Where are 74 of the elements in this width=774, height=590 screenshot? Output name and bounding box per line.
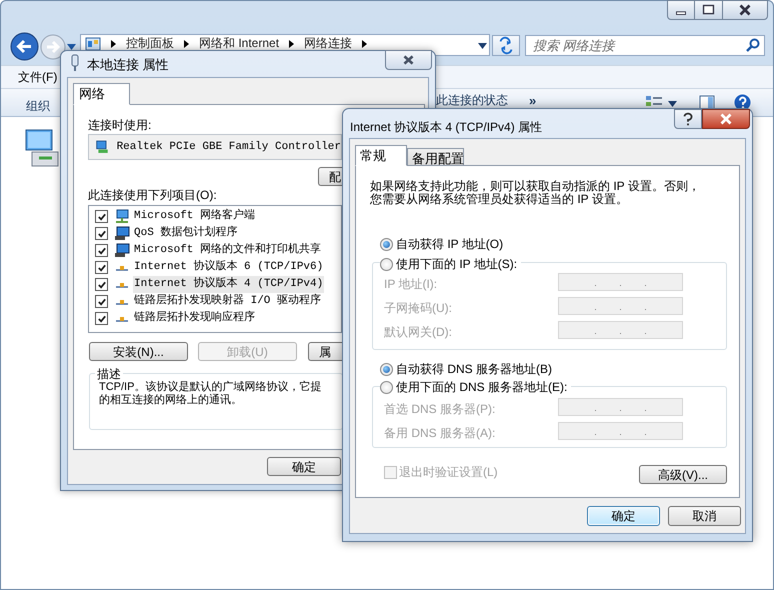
search-icon[interactable] [746, 38, 760, 52]
more-button[interactable]: » [529, 94, 536, 107]
list-item[interactable]: QoS 数据包计划程序 [133, 225, 238, 242]
list-item[interactable]: Microsoft 网络的文件和打印机共享 [133, 242, 322, 259]
dropdown-arrow-icon[interactable] [67, 44, 76, 50]
list-item[interactable]: Internet 协议版本 6 (TCP/IPv6) [133, 259, 324, 276]
radio-button[interactable] [380, 380, 393, 394]
computer-icon [114, 243, 130, 258]
computer-icon [114, 226, 130, 241]
list-item[interactable]: 链路层拓扑发现响应程序 [133, 310, 256, 327]
minimize-button[interactable] [667, 0, 695, 20]
advanced-button[interactable]: 高级(V)... [639, 465, 727, 484]
network-client-icon [114, 209, 130, 224]
checkbox[interactable] [95, 227, 108, 240]
chevron-icon[interactable] [362, 40, 368, 48]
adapter-name: Realtek PCIe GBE Family Controller [116, 140, 341, 155]
menu-item[interactable]: 文件(F) [18, 68, 58, 86]
toolbar-link[interactable]: 此连接的状态 [436, 94, 508, 107]
organize-button[interactable]: 组织 [26, 97, 50, 115]
network-adapter-icon [95, 139, 109, 155]
field-label: 备用 DNS 服务器(A): [384, 425, 496, 442]
group-title: 描述 [95, 365, 123, 383]
radio-button[interactable] [380, 258, 393, 270]
breadcrumb-item[interactable]: 网络和 Internet [199, 36, 280, 50]
chevron-icon[interactable] [289, 40, 294, 48]
ok-button[interactable]: 确定 [587, 506, 660, 526]
field-label: 首选 DNS 服务器(P): [384, 401, 496, 418]
breadcrumb-item[interactable]: 控制面板 [126, 36, 174, 50]
tab[interactable]: 常规 [355, 145, 407, 166]
checkbox[interactable] [95, 295, 108, 308]
search-field[interactable]: 搜索 网络连接 [525, 35, 765, 56]
checkbox[interactable] [95, 312, 108, 325]
chevron-icon[interactable] [111, 40, 116, 48]
field-label: 此连接使用下列项目(O): [88, 187, 217, 204]
maximize-button[interactable] [695, 0, 722, 20]
back-button[interactable] [10, 32, 39, 61]
close-button[interactable] [722, 0, 768, 20]
field-label: IP 地址(I): [384, 276, 438, 293]
checkbox[interactable] [95, 244, 108, 257]
ok-button[interactable]: 确定 [267, 457, 341, 476]
breadcrumb-item[interactable]: 网络连接 [304, 36, 352, 50]
checkbox-label: 退出时验证设置(L) [399, 464, 498, 481]
field-label: 子网掩码(U): [384, 300, 452, 317]
dialog-button[interactable]: 属 [308, 342, 343, 361]
chevron-icon[interactable] [184, 40, 189, 48]
radio-label[interactable]: 使用下面的 IP 地址(S): [396, 255, 518, 273]
radio-label[interactable]: 自动获得 IP 地址(O) [396, 235, 504, 253]
plug-icon [70, 54, 80, 72]
dropdown-arrow-icon[interactable] [478, 43, 487, 49]
list-item[interactable]: 链路层拓扑发现映射器 I/O 驱动程序 [133, 293, 322, 310]
radio-label[interactable]: 自动获得 DNS 服务器地址(B) [396, 360, 552, 378]
checkbox[interactable] [95, 278, 108, 291]
dialog-title: Internet 协议版本 4 (TCP/IPv4) 属性 [350, 119, 542, 136]
dialog-button[interactable]: 安装(N)... [89, 342, 188, 361]
field-label: 默认网关(D): [384, 324, 452, 341]
close-button[interactable] [385, 50, 432, 70]
list-item[interactable]: Microsoft 网络客户端 [133, 208, 256, 225]
tab[interactable]: 网络 [73, 83, 130, 105]
help-button[interactable] [674, 109, 702, 129]
checkbox[interactable] [95, 210, 108, 223]
intro-text: 如果网络支持此功能，则可以获取自动指派的 IP 设置。否则， 您需要从网络系统管理员处获得适当的 IP 设置。 [370, 180, 700, 206]
close-button[interactable] [702, 109, 750, 129]
checkbox[interactable] [95, 261, 108, 274]
description-text: TCP/IP。该协议是默认的广域网络协议，它提 的相互连接的网络上的通讯。 [99, 381, 322, 407]
cancel-button[interactable]: 取消 [668, 506, 741, 526]
dialog-title: 本地连接 属性 [87, 56, 169, 74]
list-item[interactable]: Internet 协议版本 4 (TCP/IPv4) [133, 276, 324, 293]
field-label: 连接时使用: [88, 117, 152, 134]
configure-button[interactable]: 配 [318, 167, 343, 186]
dialog-button: 卸载(U) [198, 342, 297, 361]
tab[interactable]: 备用配置 [407, 148, 464, 166]
dropdown-arrow-icon[interactable] [668, 101, 677, 107]
control-panel-icon [85, 36, 101, 52]
refresh-button[interactable] [492, 35, 520, 56]
